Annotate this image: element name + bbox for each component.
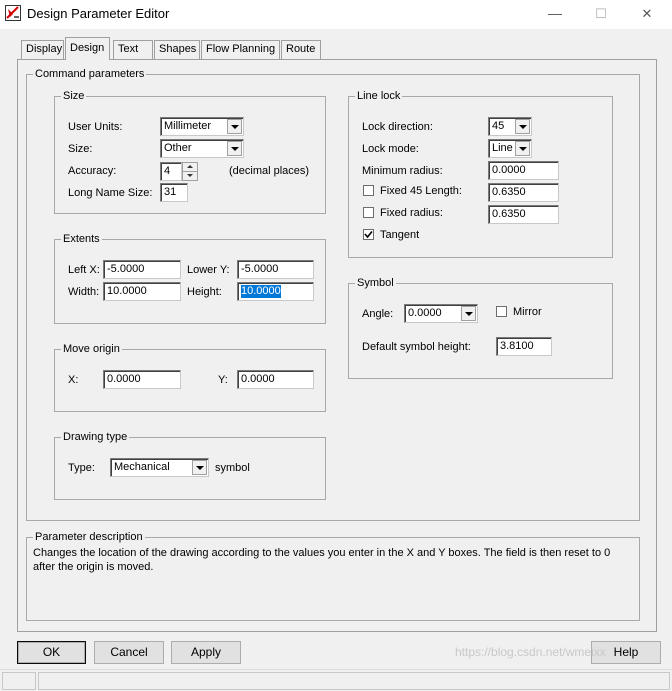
maximize-button[interactable]: ☐ [578, 0, 624, 29]
size-select[interactable]: Other [160, 139, 244, 158]
minimize-button[interactable]: — [532, 0, 578, 29]
tab-display[interactable]: Display [21, 40, 64, 59]
tab-shapes[interactable]: Shapes [154, 40, 200, 59]
app-icon [5, 5, 21, 21]
type-select[interactable]: Mechanical [110, 458, 209, 477]
min-radius-label: Minimum radius: [362, 165, 443, 177]
size-label: Size: [68, 143, 93, 155]
extents-title: Extents [61, 233, 102, 246]
accuracy-value: 4 [164, 165, 171, 177]
close-button[interactable]: ✕ [624, 0, 670, 29]
lower-y-value: -5.0000 [241, 263, 279, 275]
origin-y-input[interactable]: 0.0000 [237, 370, 314, 389]
angle-select[interactable]: 0.0000 [404, 304, 478, 323]
size-value: Other [164, 142, 192, 154]
type-value: Mechanical [114, 461, 170, 473]
fixed-radius-label: Fixed radius: [380, 207, 443, 219]
status-bar [0, 669, 672, 691]
width-label: Width: [68, 286, 100, 298]
cancel-button[interactable]: Cancel [94, 641, 164, 664]
chevron-down-icon[interactable] [461, 306, 476, 321]
tangent-checkbox[interactable] [363, 229, 374, 240]
width-input[interactable]: 10.0000 [103, 282, 181, 301]
apply-button[interactable]: Apply [171, 641, 241, 664]
checkmark-icon [364, 230, 373, 239]
lower-y-input[interactable]: -5.0000 [237, 260, 314, 279]
parameter-description-title: Parameter description [33, 531, 145, 544]
origin-x-input[interactable]: 0.0000 [103, 370, 181, 389]
tangent-label: Tangent [380, 229, 420, 241]
default-symbol-height-label: Default symbol height: [362, 341, 471, 353]
default-symbol-height-input[interactable]: 3.8100 [496, 337, 552, 356]
symbol-group [348, 283, 613, 379]
long-name-size-value: 31 [164, 186, 177, 198]
tab-route[interactable]: Route [281, 40, 321, 59]
fixed45-label: Fixed 45 Length: [380, 185, 462, 197]
default-symbol-height-value: 3.8100 [500, 340, 534, 352]
min-radius-input[interactable]: 0.0000 [488, 161, 559, 180]
drawing-type-title: Drawing type [61, 431, 130, 444]
chevron-down-icon[interactable] [515, 141, 530, 156]
window-title: Design Parameter Editor [27, 6, 170, 21]
tab-flow-planning[interactable]: Flow Planning [201, 40, 280, 59]
accuracy-label: Accuracy: [68, 165, 117, 177]
move-origin-title: Move origin [61, 343, 122, 356]
width-value: 10.0000 [107, 285, 147, 297]
accuracy-input[interactable]: 4 [160, 162, 182, 181]
fixed-radius-checkbox[interactable] [363, 207, 374, 218]
ok-button[interactable]: OK [17, 641, 86, 664]
lock-mode-value: Line [492, 142, 513, 154]
left-x-label: Left X: [68, 264, 100, 276]
height-label: Height: [187, 286, 222, 298]
type-label: Type: [68, 462, 95, 474]
user-units-label: User Units: [68, 121, 123, 133]
mirror-label: Mirror [513, 306, 542, 318]
angle-value: 0.0000 [408, 307, 442, 319]
chevron-down-icon[interactable] [227, 119, 242, 134]
chevron-down-icon[interactable] [192, 460, 207, 475]
lock-direction-select[interactable]: 45 [488, 117, 532, 136]
command-parameters-title: Command parameters [33, 68, 147, 81]
origin-x-label: X: [68, 374, 79, 386]
lock-mode-select[interactable]: Line [488, 139, 532, 158]
chevron-down-icon[interactable] [515, 119, 530, 134]
size-title: Size [61, 90, 87, 103]
fixed-radius-input[interactable]: 0.6350 [488, 205, 559, 224]
accuracy-suffix: (decimal places) [229, 165, 310, 177]
origin-y-label: Y: [218, 374, 228, 386]
symbol-title: Symbol [355, 277, 396, 290]
left-x-value: -5.0000 [107, 263, 145, 275]
min-radius-value: 0.0000 [492, 164, 526, 176]
chevron-down-icon[interactable] [227, 141, 242, 156]
parameter-description-text: Changes the location of the drawing acco… [33, 547, 611, 573]
user-units-value: Millimeter [164, 120, 212, 132]
fixed45-value: 0.6350 [492, 186, 526, 198]
fixed45-checkbox[interactable] [363, 185, 374, 196]
fixed45-input[interactable]: 0.6350 [488, 183, 559, 202]
mirror-checkbox[interactable] [496, 306, 507, 317]
height-value: 10.0000 [241, 285, 281, 298]
origin-x-value: 0.0000 [107, 373, 141, 385]
tab-text[interactable]: Text [113, 40, 153, 59]
origin-y-value: 0.0000 [241, 373, 275, 385]
lower-y-label: Lower Y: [187, 264, 230, 276]
angle-label: Angle: [362, 308, 394, 320]
lock-mode-label: Lock mode: [362, 143, 419, 155]
watermark: https://blog.csdn.net/wmeixx [455, 645, 606, 659]
long-name-size-label: Long Name Size: [68, 187, 153, 199]
accuracy-spinner[interactable] [182, 162, 198, 181]
lock-direction-value: 45 [492, 120, 505, 132]
type-suffix: symbol [215, 462, 250, 474]
long-name-size-input[interactable]: 31 [160, 183, 188, 202]
user-units-select[interactable]: Millimeter [160, 117, 244, 136]
fixed-radius-value: 0.6350 [492, 208, 526, 220]
left-x-input[interactable]: -5.0000 [103, 260, 181, 279]
lock-direction-label: Lock direction: [362, 121, 433, 133]
height-input[interactable]: 10.0000 [237, 282, 314, 301]
tab-design[interactable]: Design [65, 37, 110, 60]
line-lock-title: Line lock [355, 90, 403, 103]
spin-up-icon[interactable] [187, 165, 193, 168]
spin-down-icon[interactable] [187, 174, 193, 177]
